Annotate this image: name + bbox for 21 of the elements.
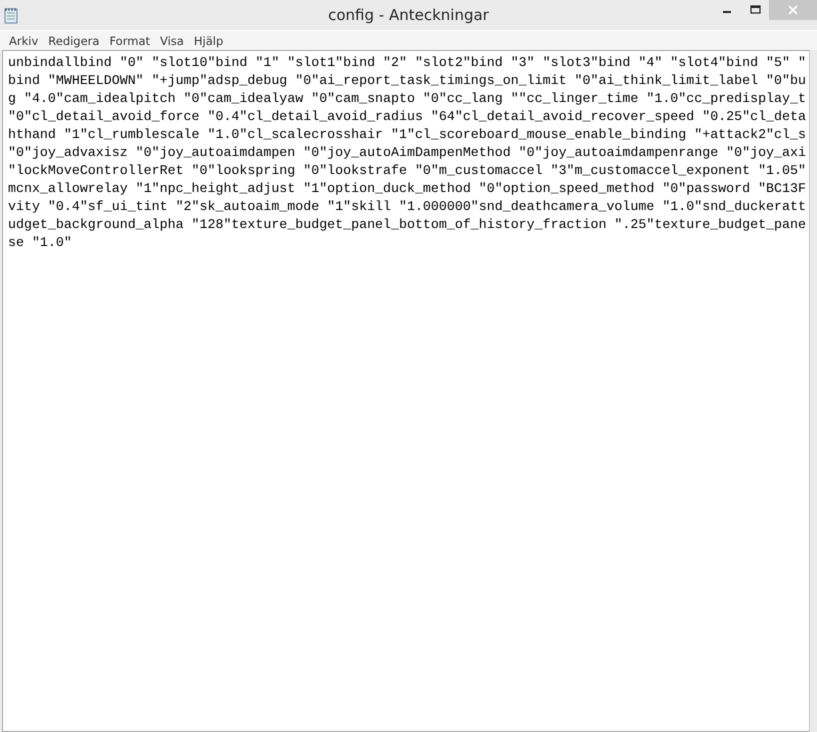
text-line: "0"joy_advaxisz "0"joy_autoaimdampen "0"joy_autoAimDampenMethod "0"joy_autoaimdampenrange "0"joy_axi bbox=[8, 144, 806, 162]
text-line: vity "0.4"sf_ui_tint "2"sk_autoaim_mode "1"skill "1.000000"snd_deathcamera_volume "1.0"snd_duckeratt bbox=[8, 198, 806, 216]
text-line: unbindallbind "0" "slot10"bind "1" "slot1"bind "2" "slot2"bind "3" "slot3"bind "4" "slot4"bind "5" " bbox=[8, 54, 806, 72]
menu-item[interactable]: Hjälp bbox=[188, 34, 228, 48]
text-line: udget_background_alpha "128"texture_budget_panel_bottom_of_history_fraction ".25"texture_budget_pane bbox=[8, 216, 806, 234]
notepad-icon bbox=[4, 6, 18, 24]
text-line: hthand "1"cl_rumblescale "1.0"cl_scalecrosshair "1"cl_scoreboard_mouse_enable_binding "+attack2"cl_s bbox=[8, 126, 806, 144]
maximize-icon bbox=[750, 5, 760, 15]
menu-item[interactable]: Visa bbox=[155, 34, 189, 48]
text-area[interactable] bbox=[2, 50, 810, 732]
text-line: mcnx_allowrelay "1"npc_height_adjust "1"option_duck_method "0"option_speed_method "0"password "BC13F bbox=[8, 180, 806, 198]
text-line: bind "MWHEELDOWN" "+jump"adsp_debug "0"ai_report_task_timings_on_limit "0"ai_think_limit_label "0"bu bbox=[8, 72, 806, 90]
menu-item[interactable]: Redigera bbox=[43, 34, 104, 48]
text-line: g "4.0"cam_idealpitch "0"cam_idealyaw "0"cam_snapto "0"cc_lang ""cc_linger_time "1.0"cc_predisplay_t bbox=[8, 90, 806, 108]
menu-item[interactable]: Format bbox=[104, 34, 155, 48]
close-icon bbox=[788, 5, 798, 15]
text-line: se "1.0" bbox=[8, 234, 72, 252]
menu-item[interactable]: Arkiv bbox=[4, 34, 44, 48]
text-line: "0"cl_detail_avoid_force "0.4"cl_detail_avoid_radius "64"cl_detail_avoid_recover_speed "0.25"cl_deta bbox=[8, 108, 806, 126]
window-title: config - Anteckningar bbox=[328, 6, 489, 24]
text-line: "lockMoveControllerRet "0"lookspring "0"lookstrafe "0"m_customaccel "3"m_customaccel_exponent "1.05" bbox=[8, 162, 806, 180]
